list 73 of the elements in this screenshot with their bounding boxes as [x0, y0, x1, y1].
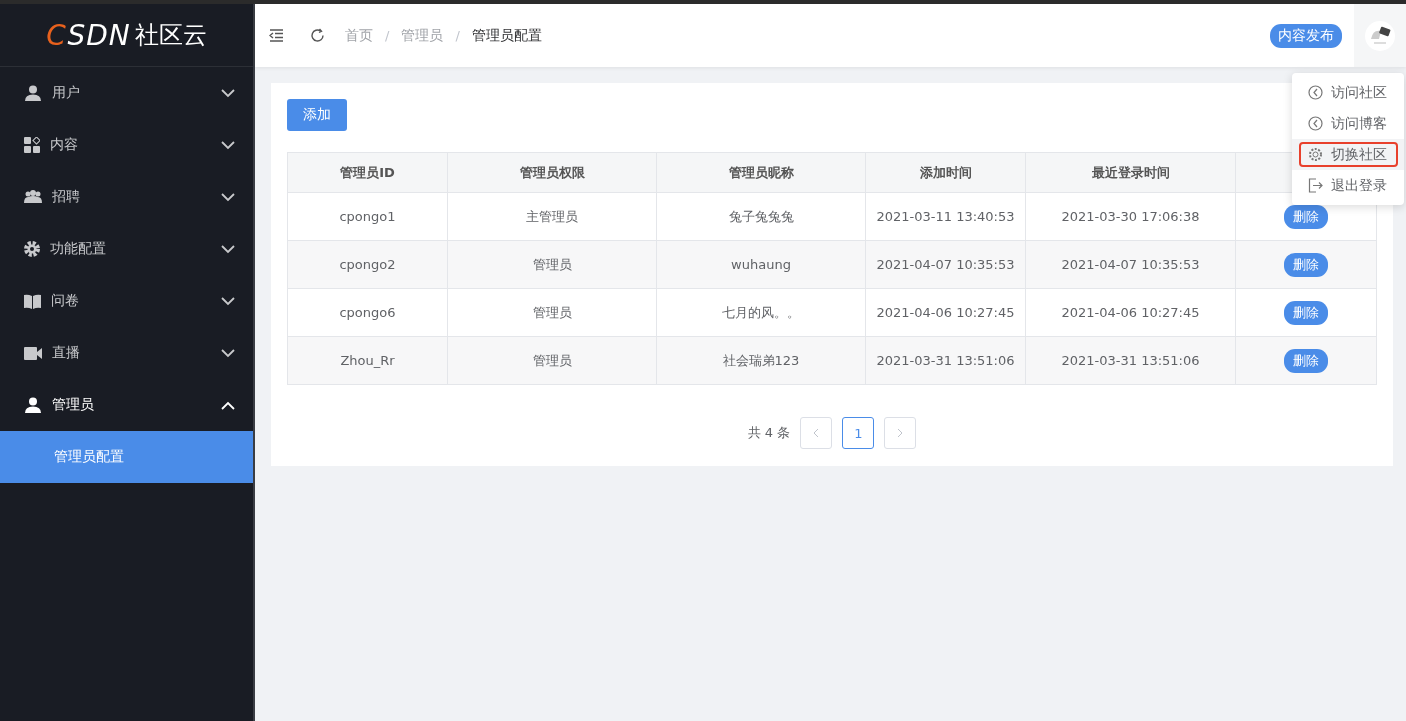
table-cell: 七月的风。。 — [656, 288, 866, 337]
chevron-down-icon — [221, 244, 235, 254]
logo-text: 社区云 — [134, 20, 207, 51]
table-cell: 2021-04-06 10:27:45 — [1025, 288, 1236, 337]
chevron-right-icon — [897, 428, 904, 438]
menu-fold-icon[interactable] — [269, 29, 284, 42]
chevron-down-icon — [221, 296, 235, 306]
table-cell: wuhaung — [656, 240, 866, 289]
page-button[interactable]: 1 — [842, 417, 875, 449]
table-cell: 兔子兔兔兔 — [656, 192, 866, 241]
add-button[interactable]: 添加 — [287, 99, 347, 131]
table-cell: 2021-04-07 10:35:53 — [1025, 240, 1236, 289]
chevron-down-icon — [221, 192, 235, 202]
delete-button[interactable]: 删除 — [1284, 204, 1328, 229]
table-cell: 2021-03-31 13:51:06 — [1025, 336, 1236, 385]
breadcrumb-link[interactable]: 管理员配置 — [471, 26, 542, 45]
people-icon — [24, 190, 42, 204]
table-cell: 社会瑞弟123 — [656, 336, 866, 385]
table-cell: cpongo1 — [287, 192, 448, 241]
table-cell: 管理员 — [447, 288, 657, 337]
sidebar-subitem[interactable]: 管理员配置 — [0, 431, 253, 483]
menu-item[interactable]: 访问社区 — [1292, 77, 1404, 108]
breadcrumb-separator: / — [455, 28, 460, 43]
refresh-icon[interactable] — [310, 28, 325, 43]
table-cell: 2021-03-31 13:51:06 — [865, 336, 1026, 385]
column-header: 管理员ID — [287, 152, 448, 193]
menu-item[interactable]: 退出登录 — [1292, 170, 1404, 201]
menu-item[interactable]: 切换社区 — [1292, 139, 1404, 170]
logout-icon — [1308, 178, 1323, 193]
table-cell: 管理员 — [447, 336, 657, 385]
sidebar-item[interactable]: 直播 — [0, 327, 253, 379]
chevron-down-icon — [221, 88, 235, 98]
settings-icon — [1308, 147, 1323, 162]
back-circle-icon — [1308, 116, 1323, 131]
logo-wordmark: CSDN — [46, 18, 131, 52]
sidebar-item[interactable]: 内容 — [0, 119, 253, 171]
chevron-up-icon — [221, 400, 235, 410]
table-cell: Zhou_Rr — [287, 336, 448, 385]
menu-item[interactable]: 访问博客 — [1292, 108, 1404, 139]
table-cell: 2021-04-06 10:27:45 — [865, 288, 1026, 337]
sidebar-item[interactable]: 招聘 — [0, 171, 253, 223]
column-header: 最近登录时间 — [1025, 152, 1236, 193]
table-cell: cpongo6 — [287, 288, 448, 337]
gear-icon — [24, 241, 40, 257]
video-camera-icon — [24, 346, 42, 360]
total-count: 共 4 条 — [747, 424, 791, 442]
chevron-left-icon — [813, 428, 820, 438]
sidebar-item[interactable]: 问卷 — [0, 275, 253, 327]
grid-icon — [24, 137, 40, 153]
chevron-down-icon — [221, 140, 235, 150]
back-circle-icon — [1308, 85, 1323, 100]
table-cell: 主管理员 — [447, 192, 657, 241]
sidebar-item[interactable]: 管理员 — [0, 379, 253, 431]
table-cell: 2021-04-07 10:35:53 — [865, 240, 1026, 289]
delete-button[interactable]: 删除 — [1284, 348, 1328, 373]
sidebar-item[interactable]: 功能配置 — [0, 223, 253, 275]
table-cell: 2021-03-30 17:06:38 — [1025, 192, 1236, 241]
column-header: 管理员权限 — [447, 152, 657, 193]
delete-button[interactable]: 删除 — [1284, 300, 1328, 325]
avatar[interactable] — [1365, 20, 1395, 51]
delete-button[interactable]: 删除 — [1284, 252, 1328, 277]
table-cell: cpongo2 — [287, 240, 448, 289]
chevron-down-icon — [221, 348, 235, 358]
person-icon — [24, 397, 42, 413]
publish-button[interactable]: 内容发布 — [1270, 23, 1342, 48]
sidebar-item[interactable]: 用户 — [0, 67, 253, 119]
column-header: 管理员昵称 — [656, 152, 866, 193]
table-cell: 2021-03-11 13:40:53 — [865, 192, 1026, 241]
breadcrumb-separator: / — [385, 28, 390, 43]
book-icon — [24, 293, 41, 309]
table-cell: 管理员 — [447, 240, 657, 289]
person-icon — [24, 85, 42, 101]
column-header: 添加时间 — [865, 152, 1026, 193]
